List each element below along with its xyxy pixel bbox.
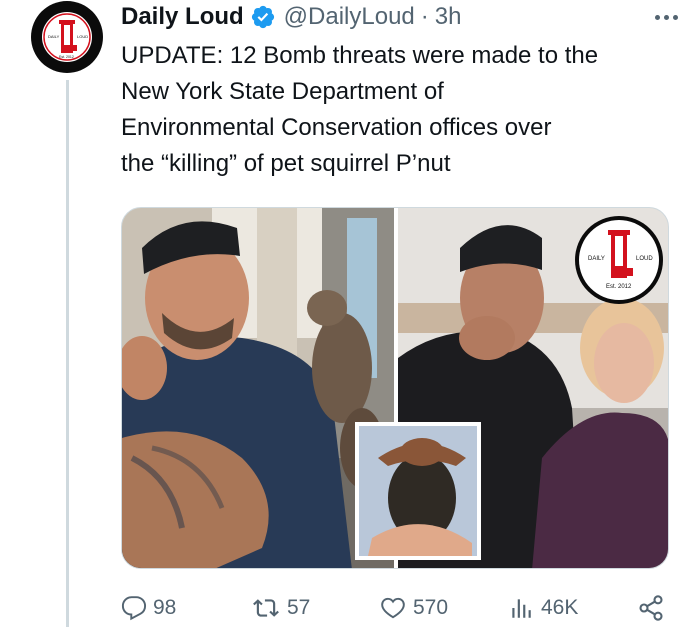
repost-count: 57 [287, 596, 311, 619]
watermark-est: Est. 2012 [606, 284, 632, 290]
reply-count: 98 [153, 596, 177, 619]
share-button[interactable] [637, 590, 671, 626]
views-count: 46K [541, 596, 579, 619]
account-name[interactable]: Daily Loud [121, 3, 244, 31]
logo-brand-right: LOUD [77, 34, 88, 39]
more-options-icon[interactable] [655, 0, 678, 34]
repost-button[interactable]: 57 [251, 590, 310, 626]
share-icon [639, 595, 663, 621]
verified-badge-icon [251, 5, 274, 29]
heart-icon [381, 597, 405, 619]
tweet-header: Daily Loud @DailyLoud · 3h [121, 0, 680, 34]
tweet-text: UPDATE: 12 Bomb threats were made to the… [121, 38, 681, 182]
like-button[interactable]: 570 [379, 590, 448, 626]
logo-est: Est. 2012 [59, 55, 74, 59]
tweet-media-image[interactable]: DAILY LOUD Est. 2012 [121, 207, 669, 569]
thread-line [66, 80, 69, 627]
tweet-text-line: Environmental Conservation offices over [121, 114, 552, 141]
inset-squirrel-photo [355, 422, 481, 560]
action-bar: 98 57 570 46K [121, 590, 681, 627]
daily-loud-logo-icon: DAILY LOUD Est. 2012 [34, 4, 100, 70]
views-bar-chart-icon [512, 599, 531, 618]
reply-button[interactable]: 98 [121, 590, 176, 626]
reply-icon [121, 596, 147, 621]
tweet-text-line: New York State Department of [121, 78, 444, 105]
daily-loud-watermark-icon: DAILY LOUD Est. 2012 [575, 216, 663, 304]
watermark-brand-left: DAILY [588, 256, 605, 262]
logo-brand-left: DAILY [48, 34, 60, 39]
like-count: 570 [413, 596, 449, 619]
separator-dot: · [420, 3, 429, 30]
account-handle[interactable]: @DailyLoud [284, 3, 415, 31]
watermark-brand-right: LOUD [636, 256, 653, 262]
tweet-text-line: the “killing” of pet squirrel P’nut [121, 150, 451, 177]
tweet: DAILY LOUD Est. 2012 Daily Loud @DailyLo… [0, 0, 700, 627]
repost-icon [253, 599, 279, 617]
tweet-text-line: UPDATE: 12 Bomb threats were made to the [121, 42, 599, 69]
views-button[interactable]: 46K [507, 590, 578, 626]
timestamp[interactable]: 3h [435, 3, 462, 31]
avatar[interactable]: DAILY LOUD Est. 2012 [31, 1, 103, 73]
